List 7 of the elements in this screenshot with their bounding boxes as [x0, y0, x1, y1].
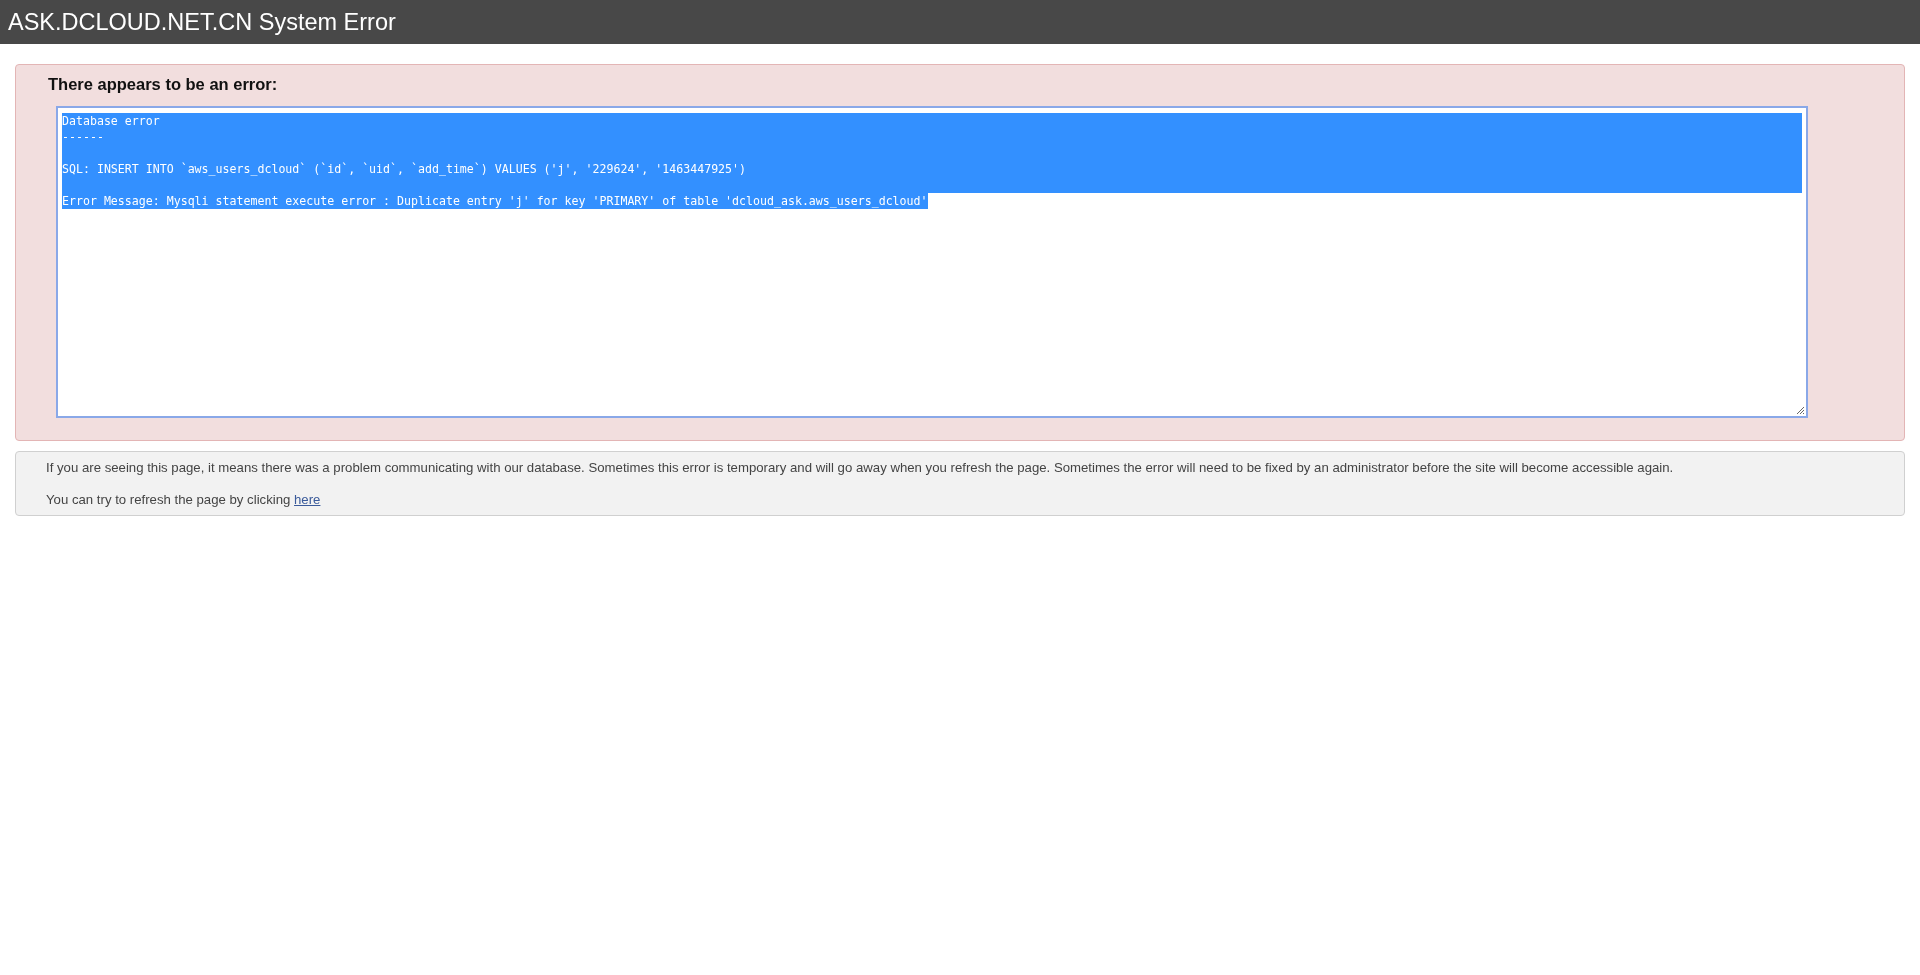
info-message: If you are seeing this page, it means there was a problem communicating with our database. Sometimes this error is temporary and will go away when you refresh the page. Sometimes the error will need to be fixed by an administrator before the site will become accessible again. — [46, 459, 1675, 477]
resize-grip-icon[interactable] — [1796, 406, 1805, 415]
refresh-link[interactable]: here — [294, 492, 321, 507]
error-textarea[interactable] — [56, 106, 1808, 418]
page-title: ASK.DCLOUD.NET.CN System Error — [8, 8, 396, 36]
refresh-text: You can try to refresh the page by clicking — [46, 492, 291, 507]
error-heading: There appears to be an error: — [48, 75, 279, 94]
